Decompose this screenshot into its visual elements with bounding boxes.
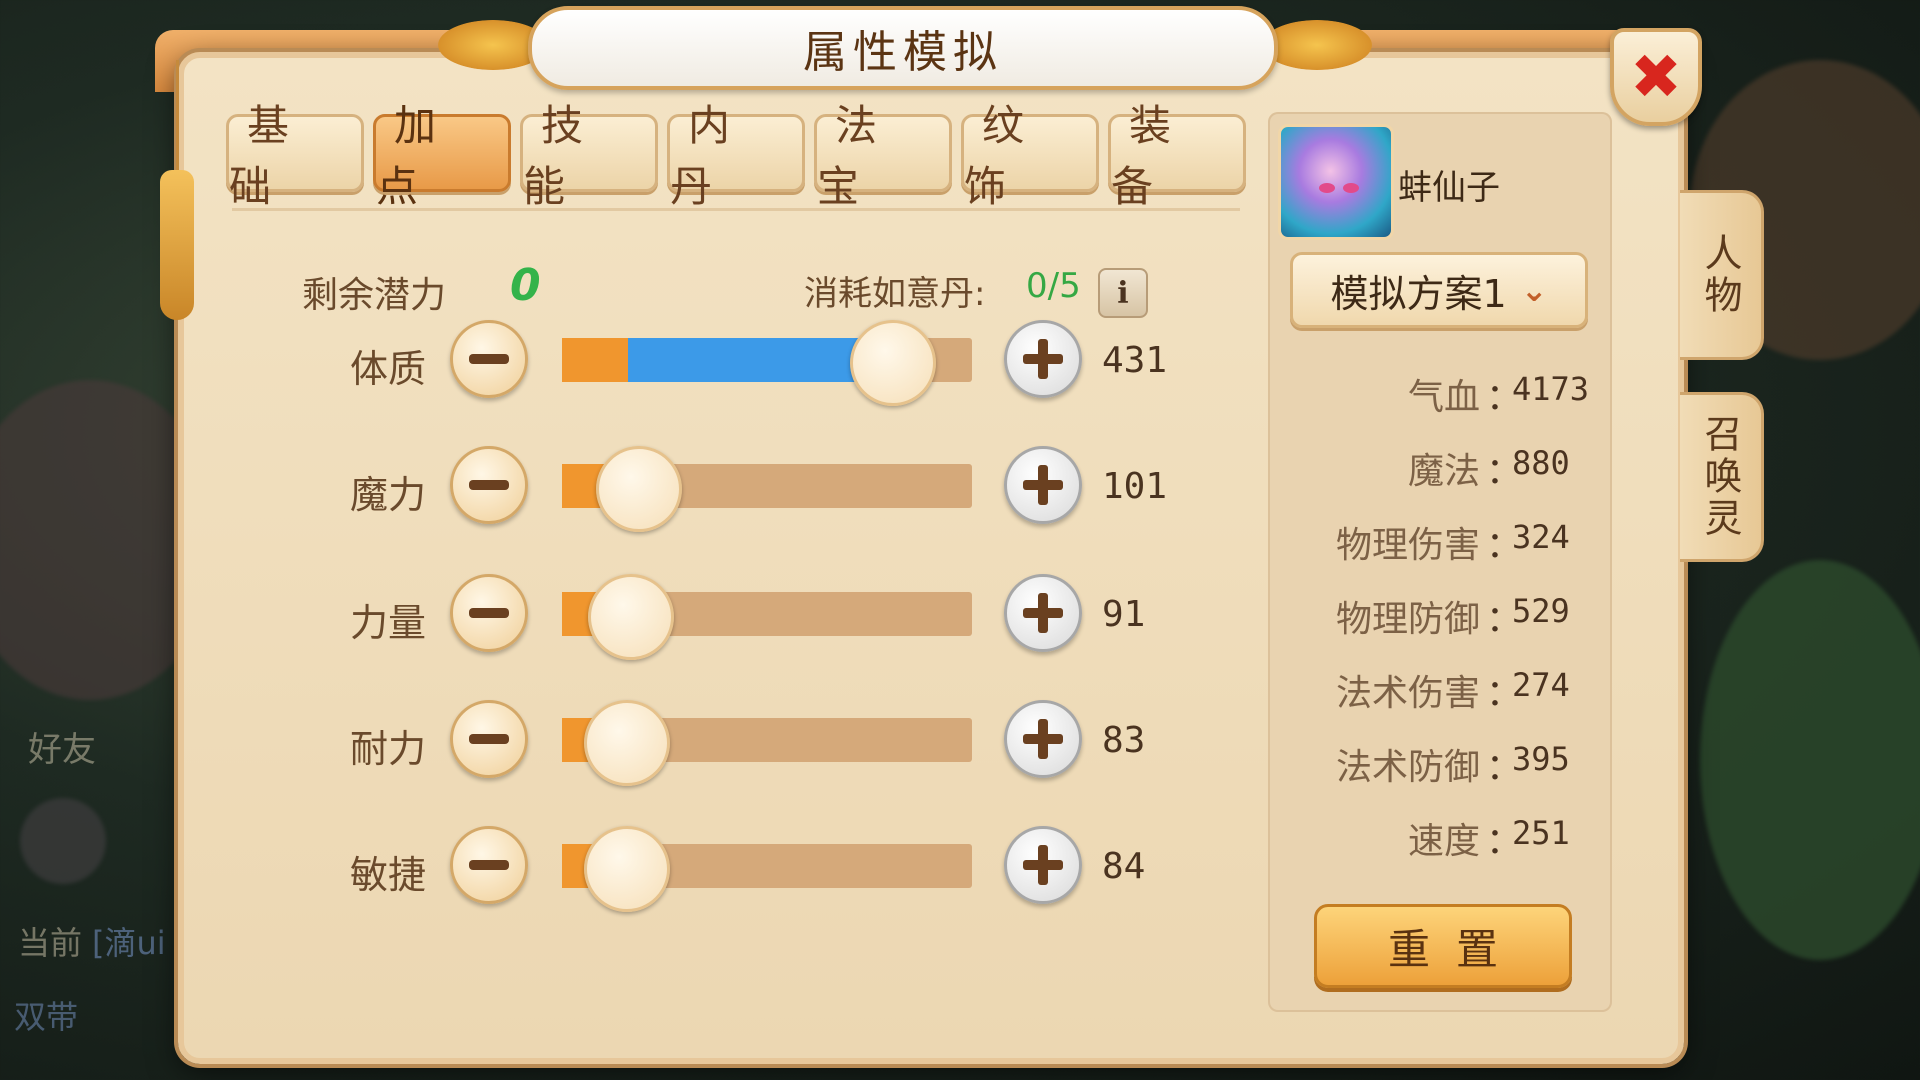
chat-channel-label: 当前 (18, 924, 83, 962)
plus-button[interactable] (1004, 826, 1082, 904)
attribute-row: 气血： 4173 (1290, 368, 1620, 418)
stat-value: 101 (1102, 466, 1168, 507)
slider-knob[interactable] (584, 700, 670, 786)
slider-knob[interactable] (584, 826, 670, 912)
remaining-potential-label: 剩余潜力 (302, 275, 447, 316)
attribute-name: 法术伤害 (1335, 673, 1480, 714)
attribute-value: 880 (1512, 444, 1570, 482)
plus-button[interactable] (1004, 574, 1082, 652)
tassel-ornament (160, 170, 194, 320)
stat-name: 体质 (350, 347, 427, 391)
stat-name: 力量 (350, 601, 427, 645)
attribute-row: 物理伤害： 324 (1290, 516, 1620, 566)
minus-button[interactable] (450, 574, 528, 652)
stat-value: 83 (1102, 720, 1146, 761)
tab-treasure[interactable]: 法宝 (814, 101, 952, 211)
stat-row: 耐力 83 (0, 700, 1200, 786)
attribute-value: 251 (1512, 814, 1570, 852)
plan-label: 模拟方案1 (1330, 271, 1507, 316)
right-cloud-ornament (1262, 20, 1372, 70)
slider-knob[interactable] (596, 446, 682, 532)
attribute-name: 气血 (1407, 377, 1480, 418)
plus-button[interactable] (1004, 700, 1082, 778)
attribute-name: 物理伤害 (1335, 525, 1480, 566)
pill-cost-value: 0/5 (1026, 266, 1081, 306)
character-avatar[interactable] (1278, 124, 1394, 240)
attribute-value: 274 (1512, 666, 1570, 704)
window-title: 属性模拟 (803, 27, 1003, 78)
tab-ornament[interactable]: 纹饰 (961, 101, 1099, 211)
attribute-name: 魔法 (1407, 451, 1480, 492)
tab-bar: 基础 加点 技能 内丹 法宝 纹饰 装备 (226, 101, 1246, 211)
stat-name: 魔力 (350, 473, 427, 517)
side-tab-character[interactable]: 人物 (1680, 190, 1764, 360)
background-foliage (1700, 560, 1920, 960)
tab-skills[interactable]: 技能 (520, 101, 658, 211)
minus-icon (469, 354, 509, 364)
tab-add-points[interactable]: 加点 (373, 101, 511, 211)
stat-row: 体质 431 (0, 320, 1200, 406)
stat-row: 力量 91 (0, 574, 1200, 660)
attribute-row: 物理防御： 529 (1290, 590, 1620, 640)
attribute-row: 速度： 251 (1290, 812, 1620, 862)
attribute-value: 4173 (1512, 370, 1590, 408)
close-icon: ✖ (1630, 40, 1682, 113)
minus-button[interactable] (450, 826, 528, 904)
stat-slider[interactable] (562, 826, 972, 912)
info-icon[interactable]: i (1098, 268, 1148, 318)
attribute-name: 法术防御 (1335, 747, 1480, 788)
slider-knob[interactable] (850, 320, 936, 406)
stat-slider[interactable] (562, 574, 972, 660)
minus-button[interactable] (450, 446, 528, 524)
minus-button[interactable] (450, 320, 528, 398)
stat-value: 431 (1102, 340, 1168, 381)
side-tab-summon[interactable]: 召唤灵 (1680, 392, 1764, 562)
double-exp-label: 双带 (14, 998, 79, 1036)
pill-cost-label: 消耗如意丹: (804, 274, 986, 314)
plus-button[interactable] (1004, 446, 1082, 524)
tab-inner-core[interactable]: 内丹 (667, 101, 805, 211)
stat-row: 魔力 101 (0, 446, 1200, 532)
minus-icon (469, 860, 509, 870)
stat-slider[interactable] (562, 700, 972, 786)
attribute-value: 529 (1512, 592, 1570, 630)
minus-icon (469, 608, 509, 618)
stat-value: 91 (1102, 594, 1146, 635)
minus-icon (469, 480, 509, 490)
slider-knob[interactable] (588, 574, 674, 660)
plus-button[interactable] (1004, 320, 1082, 398)
stat-slider[interactable] (562, 446, 972, 532)
plan-dropdown[interactable]: 模拟方案1 ⌄ (1290, 252, 1588, 328)
tab-equipment[interactable]: 装备 (1108, 101, 1246, 211)
attribute-row: 法术防御： 395 (1290, 738, 1620, 788)
close-button[interactable]: ✖ (1610, 28, 1702, 126)
attribute-row: 法术伤害： 274 (1290, 664, 1620, 714)
chat-preview-text: [滴ui (92, 924, 166, 962)
attribute-name: 速度 (1407, 821, 1480, 862)
attribute-row: 魔法： 880 (1290, 442, 1620, 492)
slider-base-fill (562, 338, 628, 382)
tab-divider (232, 208, 1240, 211)
reset-button[interactable]: 重置 (1314, 904, 1572, 988)
tab-basic[interactable]: 基础 (226, 101, 364, 211)
title-plate: 属性模拟 (528, 6, 1278, 90)
stat-value: 84 (1102, 846, 1146, 887)
attribute-value: 324 (1512, 518, 1570, 556)
stat-name: 耐力 (350, 727, 427, 771)
character-name: 蚌仙子 (1398, 168, 1500, 208)
stat-row: 敏捷 84 (0, 826, 1200, 912)
remaining-potential-value: 0 (510, 260, 541, 311)
minus-button[interactable] (450, 700, 528, 778)
attribute-name: 物理防御 (1335, 599, 1480, 640)
attribute-value: 395 (1512, 740, 1570, 778)
tassel-cord (176, 60, 179, 170)
stat-slider[interactable] (562, 320, 972, 406)
minus-icon (469, 734, 509, 744)
stat-name: 敏捷 (350, 853, 427, 897)
chevron-down-icon: ⌄ (1520, 271, 1548, 309)
